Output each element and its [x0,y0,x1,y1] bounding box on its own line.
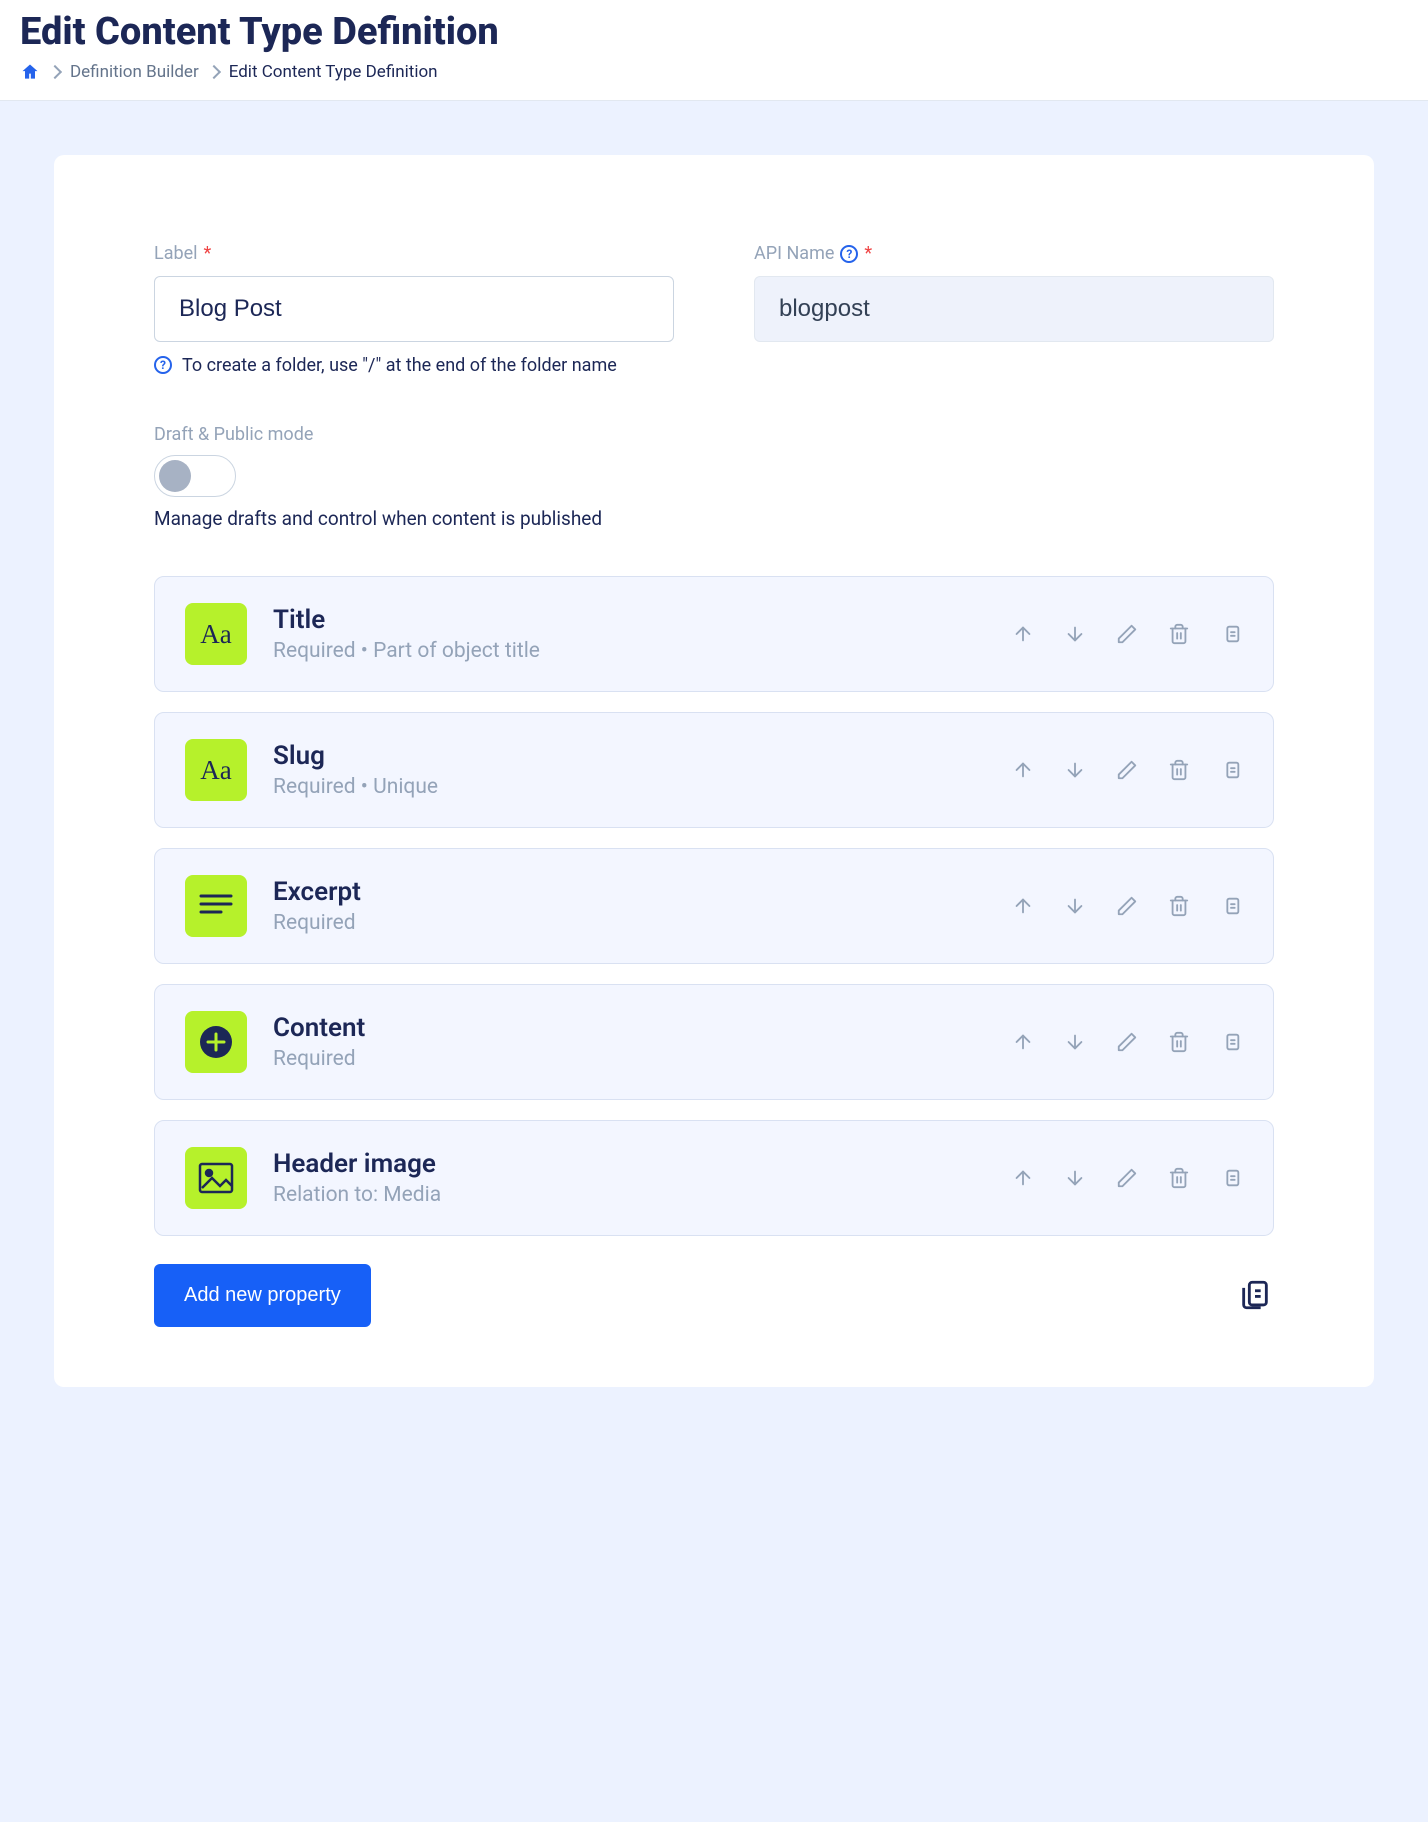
delete-button[interactable] [1167,1166,1191,1190]
breadcrumb: Definition Builder Edit Content Type Def… [20,62,1408,82]
field-card: Aa Title Required • Part of object title [154,576,1274,692]
required-asterisk: * [864,243,872,264]
duplicate-button[interactable] [1219,758,1243,782]
required-asterisk: * [204,243,212,264]
move-up-button[interactable] [1011,758,1035,782]
delete-button[interactable] [1167,894,1191,918]
move-down-button[interactable] [1063,1030,1087,1054]
field-card: Header image Relation to: Media [154,1120,1274,1236]
delete-button[interactable] [1167,758,1191,782]
duplicate-button[interactable] [1219,1030,1243,1054]
duplicate-button[interactable] [1219,894,1243,918]
field-meta: Required [273,1047,985,1071]
field-card: Content Required [154,984,1274,1100]
field-type-icon [185,1147,247,1209]
edit-button[interactable] [1115,758,1139,782]
field-type-icon [185,875,247,937]
field-title: Title [273,605,985,635]
edit-button[interactable] [1115,1030,1139,1054]
field-card: Excerpt Required [154,848,1274,964]
breadcrumb-parent[interactable]: Definition Builder [70,62,199,82]
label-field-label: Label * [154,243,674,264]
chevron-right-icon [48,65,62,79]
chevron-right-icon [207,65,221,79]
add-property-button[interactable]: Add new property [154,1264,371,1327]
move-down-button[interactable] [1063,1166,1087,1190]
label-helper: ? To create a folder, use "/" at the end… [154,354,674,378]
field-meta: Relation to: Media [273,1183,985,1207]
move-up-button[interactable] [1011,894,1035,918]
field-title: Header image [273,1149,985,1179]
delete-button[interactable] [1167,1030,1191,1054]
field-type-icon: Aa [185,603,247,665]
copy-schema-button[interactable] [1238,1278,1274,1314]
field-card: Aa Slug Required • Unique [154,712,1274,828]
field-meta: Required [273,911,985,935]
label-input[interactable] [154,276,674,342]
duplicate-button[interactable] [1219,622,1243,646]
field-title: Slug [273,741,985,771]
field-meta: Required • Unique [273,775,985,799]
move-up-button[interactable] [1011,1166,1035,1190]
page-title: Edit Content Type Definition [20,10,1408,54]
field-title: Excerpt [273,877,985,907]
field-meta: Required • Part of object title [273,639,985,663]
move-down-button[interactable] [1063,622,1087,646]
move-up-button[interactable] [1011,1030,1035,1054]
help-icon[interactable]: ? [840,245,858,263]
field-type-icon [185,1011,247,1073]
move-down-button[interactable] [1063,894,1087,918]
edit-button[interactable] [1115,1166,1139,1190]
editor-card: Label * ? To create a folder, use "/" at… [54,155,1374,1387]
apiname-field-label: API Name ? * [754,243,1274,264]
duplicate-button[interactable] [1219,1166,1243,1190]
field-type-icon: Aa [185,739,247,801]
draftmode-label: Draft & Public mode [154,424,1274,445]
edit-button[interactable] [1115,894,1139,918]
help-icon: ? [154,356,172,374]
delete-button[interactable] [1167,622,1191,646]
breadcrumb-current: Edit Content Type Definition [229,62,438,82]
home-icon[interactable] [20,62,40,82]
move-up-button[interactable] [1011,622,1035,646]
apiname-input [754,276,1274,342]
field-title: Content [273,1013,985,1043]
draftmode-description: Manage drafts and control when content i… [154,507,1274,530]
edit-button[interactable] [1115,622,1139,646]
draftmode-toggle[interactable] [154,455,236,497]
move-down-button[interactable] [1063,758,1087,782]
